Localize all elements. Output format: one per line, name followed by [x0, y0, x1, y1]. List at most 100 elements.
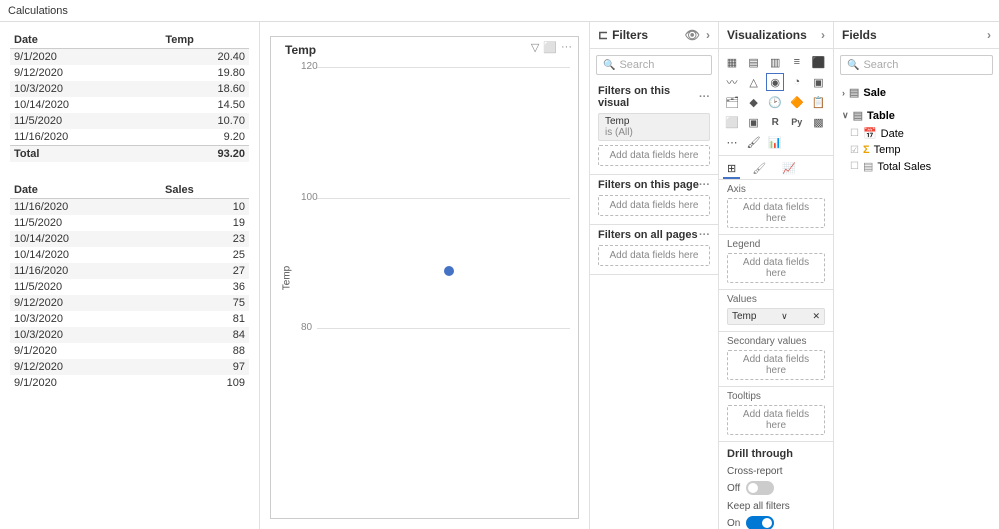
left-panel: Date Temp 9/1/202020.409/12/202019.8010/… — [0, 22, 260, 529]
viz-icon-gauge[interactable]: 🕑 — [766, 93, 784, 111]
viz-icon-analytics[interactable]: 📊 — [766, 133, 784, 151]
chart-area: Temp ▽ ⬜ ··· Temp 120 100 80 — [260, 22, 589, 529]
viz-icon-treemap[interactable]: ▣ — [809, 73, 827, 91]
temp-cell: 9.20 — [161, 129, 249, 146]
expand-icon[interactable]: ⬜ — [543, 41, 557, 54]
keep-filters-toggle[interactable] — [746, 516, 774, 529]
viz-secondary-add[interactable]: Add data fields here — [727, 350, 825, 380]
field-group-sale-header[interactable]: › ▤ Sale — [834, 83, 999, 102]
keep-filters-state: On — [727, 518, 740, 529]
viz-icon-stacked-bar[interactable]: ▤ — [745, 53, 763, 71]
sales-table-sales-header: Sales — [161, 182, 249, 199]
viz-tooltips-title: Tooltips — [727, 391, 825, 402]
chart-container: Temp ▽ ⬜ ··· Temp 120 100 80 — [270, 36, 579, 519]
cross-report-state: Off — [727, 483, 740, 494]
viz-tab-analytics[interactable]: 📈 — [778, 160, 800, 179]
app-title: Calculations — [8, 5, 68, 17]
temp-cell: 18.60 — [161, 81, 249, 97]
filters-page-add[interactable]: Add data fields here — [598, 195, 710, 216]
table-row: 11/16/202027 — [10, 263, 249, 279]
viz-icon-bar[interactable]: ▦ — [723, 53, 741, 71]
field-item-total-sales[interactable]: ☐ ▤ Total Sales — [834, 158, 999, 175]
sales-table-date-header: Date — [10, 182, 161, 199]
viz-values-chip[interactable]: Temp ∨ ✕ — [727, 308, 825, 325]
temp-cell: 19.80 — [161, 65, 249, 81]
filters-all-more[interactable]: ··· — [699, 229, 710, 241]
viz-icon-map[interactable]: ◆ — [745, 93, 763, 111]
drill-through-section: Drill through Cross-report Off Keep all … — [719, 442, 833, 529]
field-item-date[interactable]: ☐ 📅 Date — [834, 125, 999, 142]
viz-icon-r[interactable]: R — [766, 113, 784, 131]
viz-icon-horiz-bar[interactable]: ≡ — [788, 53, 806, 71]
viz-legend-title: Legend — [727, 239, 825, 250]
field-group-table-header[interactable]: ∨ ▤ Table — [834, 106, 999, 125]
viz-tab-format[interactable]: 🖌 — [748, 160, 770, 179]
filters-visual-add[interactable]: Add data fields here — [598, 145, 710, 166]
table-row: 11/16/20209.20 — [10, 129, 249, 146]
filters-visual-more[interactable]: ··· — [699, 91, 710, 103]
viz-values-title: Values — [727, 294, 825, 305]
cross-report-toggle[interactable] — [746, 481, 774, 495]
date-cell: 10/14/2020 — [10, 231, 161, 247]
table-row: 10/14/202023 — [10, 231, 249, 247]
viz-icon-scatter[interactable]: ◉ — [766, 73, 784, 91]
viz-icon-custom[interactable]: ▩ — [809, 113, 827, 131]
viz-icon-100-bar[interactable]: ▥ — [766, 53, 784, 71]
viz-icon-area[interactable]: △ — [745, 73, 763, 91]
total-value: 93.20 — [161, 146, 249, 163]
filters-eye-icon[interactable]: 👁 — [685, 28, 700, 42]
viz-icon-more[interactable]: ⋯ — [723, 133, 741, 151]
viz-tooltips-add[interactable]: Add data fields here — [727, 405, 825, 435]
total-label: Total — [10, 146, 161, 163]
viz-icon-matrix[interactable]: ⬜ — [723, 113, 741, 131]
data-point — [444, 266, 454, 276]
viz-axis-add[interactable]: Add data fields here — [727, 198, 825, 228]
viz-legend-add[interactable]: Add data fields here — [727, 253, 825, 283]
fields-expand-icon[interactable]: › — [987, 28, 991, 42]
date-cell: 11/16/2020 — [10, 199, 161, 216]
viz-icon-card[interactable]: 🔶 — [788, 93, 806, 111]
table-row: 11/5/202010.70 — [10, 113, 249, 129]
viz-icon-format[interactable]: 🖌 — [745, 133, 763, 151]
filters-all-add[interactable]: Add data fields here — [598, 245, 710, 266]
viz-values-section: Values Temp ∨ ✕ — [719, 290, 833, 332]
temp-field-label: Temp — [874, 144, 901, 156]
viz-tab-fields[interactable]: ⊞ — [723, 160, 740, 179]
filter-icon[interactable]: ▽ — [531, 41, 539, 54]
sales-table: Date Sales 11/16/20201011/5/20201910/14/… — [10, 182, 249, 391]
viz-icon-table[interactable]: 📋 — [809, 93, 827, 111]
temp-cell: 20.40 — [161, 49, 249, 66]
field-group-table: ∨ ▤ Table ☐ 📅 Date ☑ Σ Temp ☐ ▤ Total Sa… — [834, 104, 999, 177]
more-icon[interactable]: ··· — [561, 41, 572, 54]
viz-icon-pie[interactable]: ◔ — [788, 73, 806, 91]
filters-search-box: 🔍 Search — [596, 55, 712, 75]
viz-legend-section: Legend Add data fields here — [719, 235, 833, 290]
table-row: 9/1/2020109 — [10, 375, 249, 391]
filter-chip-temp[interactable]: Temp is (All) — [598, 113, 710, 141]
filters-all-section: Filters on all pages ··· Add data fields… — [590, 225, 718, 275]
total-sales-field-icon: ▤ — [863, 160, 873, 173]
filters-title: Filters — [612, 28, 648, 42]
table-row: 9/12/202019.80 — [10, 65, 249, 81]
viz-icon-funnel[interactable]: 🗂 — [723, 93, 741, 111]
fields-search-icon: 🔍 — [847, 60, 859, 71]
table-row: 10/14/202014.50 — [10, 97, 249, 113]
viz-icon-kpi[interactable]: ▣ — [745, 113, 763, 131]
viz-values-chip-down[interactable]: ∨ — [781, 311, 788, 322]
field-group-sale: › ▤ Sale — [834, 81, 999, 104]
date-cell: 10/14/2020 — [10, 247, 161, 263]
viz-expand-icon[interactable]: › — [821, 28, 825, 42]
field-item-temp[interactable]: ☑ Σ Temp — [834, 142, 999, 158]
filter-funnel-icon: ⊏ — [598, 28, 608, 42]
chart-toolbar: ▽ ⬜ ··· — [531, 41, 572, 54]
viz-icon-filled-map[interactable]: ⬛ — [809, 53, 827, 71]
viz-icon-line[interactable]: 〰 — [723, 73, 741, 91]
sales-cell: 10 — [161, 199, 249, 216]
viz-icon-py[interactable]: Py — [788, 113, 806, 131]
viz-values-chip-label: Temp — [732, 311, 756, 322]
table-row: 11/5/202036 — [10, 279, 249, 295]
filters-page-more[interactable]: ··· — [699, 179, 710, 191]
fields-search-box: 🔍 Search — [840, 55, 993, 75]
viz-values-chip-close[interactable]: ✕ — [812, 311, 820, 322]
filters-arrow-icon[interactable]: › — [706, 28, 710, 42]
